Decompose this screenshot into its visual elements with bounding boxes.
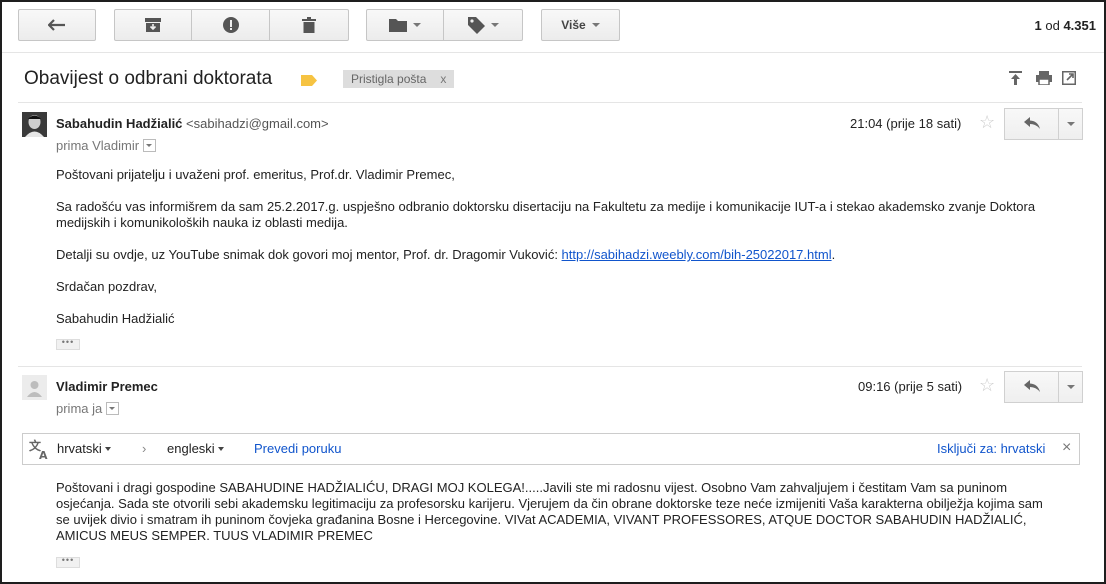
message-more-button[interactable] [1058, 371, 1083, 403]
chevron-down-icon [104, 446, 111, 451]
avatar[interactable] [22, 375, 47, 400]
reply-icon [1023, 379, 1040, 395]
chevron-down-icon [1066, 385, 1075, 389]
svg-text:A: A [39, 449, 48, 460]
more-button[interactable]: Više [541, 9, 620, 41]
translate-message-link[interactable]: Prevedi poruku [254, 441, 341, 456]
gmail-message-view: Više 1 od 4.351 Obavijest o odbrani dokt… [0, 0, 1106, 584]
subject-row: Obavijest o odbrani doktorata Pristigla … [2, 54, 1104, 104]
pager-total: 4.351 [1063, 18, 1096, 33]
youtube-details-link[interactable]: http://sabihadzi.weebly.com/bih-25022017… [562, 247, 832, 262]
target-language: engleski [167, 441, 215, 456]
sender-name: Sabahudin Hadžialić [56, 116, 183, 131]
chevron-down-icon [413, 23, 421, 27]
star-icon[interactable]: ☆ [979, 375, 995, 396]
report-spam-button[interactable] [192, 9, 270, 41]
recipient-line: prima Vladimir [56, 138, 157, 153]
tag-icon [467, 16, 485, 34]
toolbar: Više 1 od 4.351 [2, 2, 1104, 53]
translate-bar: 文A hrvatski › engleski Prevedi poruku Is… [22, 433, 1080, 465]
close-icon[interactable]: × [1062, 439, 1071, 457]
show-trimmed-content-button[interactable]: ••• [56, 556, 80, 568]
show-details-dropdown[interactable] [143, 139, 157, 152]
sender[interactable]: Sabahudin Hadžialić <sabihadzi@gmail.com… [56, 116, 329, 131]
archive-icon [145, 18, 161, 32]
translate-icon: 文A [29, 438, 51, 463]
move-to-button[interactable] [366, 9, 444, 41]
back-button[interactable] [18, 9, 96, 41]
sender-email: <sabihadzi@gmail.com> [186, 116, 329, 131]
message-body: Poštovani i dragi gospodine SABAHUDINE H… [56, 480, 1046, 544]
recipient-text: prima Vladimir [56, 138, 140, 153]
more-button-label: Više [561, 18, 586, 32]
source-language-dropdown[interactable]: hrvatski [57, 441, 111, 456]
important-marker-icon[interactable] [301, 74, 317, 89]
divider [18, 366, 1082, 367]
pager-current: 1 [1034, 18, 1042, 33]
body-paragraph: Poštovani i dragi gospodine SABAHUDINE H… [56, 480, 1043, 543]
label-chip-text: Pristigla pošta [351, 72, 427, 86]
delete-button[interactable] [270, 9, 349, 41]
show-trimmed-content-button[interactable]: ••• [56, 338, 80, 350]
avatar[interactable] [22, 112, 47, 137]
reply-icon [1023, 116, 1040, 132]
folder-icon [389, 18, 407, 32]
page-title: Obavijest o odbrani doktorata [24, 68, 273, 89]
print-icon[interactable] [1036, 71, 1052, 88]
arrow-right-icon: › [142, 441, 147, 456]
message-time: 09:16 (prije 5 sati) [858, 379, 963, 394]
labels-button[interactable] [444, 9, 523, 41]
chevron-down-icon [217, 446, 224, 451]
back-arrow-icon [48, 19, 66, 31]
remove-label-button[interactable]: x [440, 72, 446, 86]
recipient-text: prima ja [56, 401, 103, 416]
source-language: hrvatski [57, 441, 102, 456]
link-end: . [831, 247, 836, 262]
show-details-dropdown[interactable] [106, 402, 120, 415]
message-more-button[interactable] [1058, 108, 1083, 140]
message-body: Poštovani prijatelju i uvaženi prof. eme… [56, 167, 1046, 327]
chevron-down-icon [490, 23, 499, 27]
target-language-dropdown[interactable]: engleski [167, 441, 224, 456]
closing: Srdačan pozdrav, [56, 279, 157, 294]
pager: 1 od 4.351 [1035, 18, 1097, 33]
turn-off-translation-link[interactable]: Isključi za: hrvatski [937, 441, 1045, 456]
new-window-icon[interactable] [1062, 71, 1076, 88]
expand-all-icon[interactable] [1009, 71, 1022, 88]
divider [18, 102, 1082, 103]
body-paragraph: Sa radošću vas informišrem da sam 25.2.2… [56, 199, 1036, 230]
chevron-down-icon [591, 23, 600, 27]
chevron-down-icon [1066, 122, 1075, 126]
archive-button[interactable] [114, 9, 192, 41]
report-spam-icon [222, 17, 239, 33]
star-icon[interactable]: ☆ [979, 112, 995, 133]
signature: Sabahudin Hadžialić [56, 311, 175, 326]
sender-name: Vladimir Premec [56, 379, 158, 394]
label-chip-inbox: Pristigla pošta x [343, 70, 455, 88]
message-time: 21:04 (prije 18 sati) [850, 116, 962, 131]
greeting: Poštovani prijatelju i uvaženi prof. eme… [56, 167, 455, 182]
reply-button[interactable] [1004, 371, 1059, 403]
body-paragraph-link: Detalji su ovdje, uz YouTube snimak dok … [56, 247, 1046, 263]
recipient-line: prima ja [56, 401, 120, 416]
reply-button[interactable] [1004, 108, 1059, 140]
trash-icon [302, 17, 316, 33]
link-intro: Detalji su ovdje, uz YouTube snimak dok … [56, 247, 562, 262]
sender[interactable]: Vladimir Premec [56, 379, 158, 394]
pager-of: od [1045, 18, 1060, 33]
